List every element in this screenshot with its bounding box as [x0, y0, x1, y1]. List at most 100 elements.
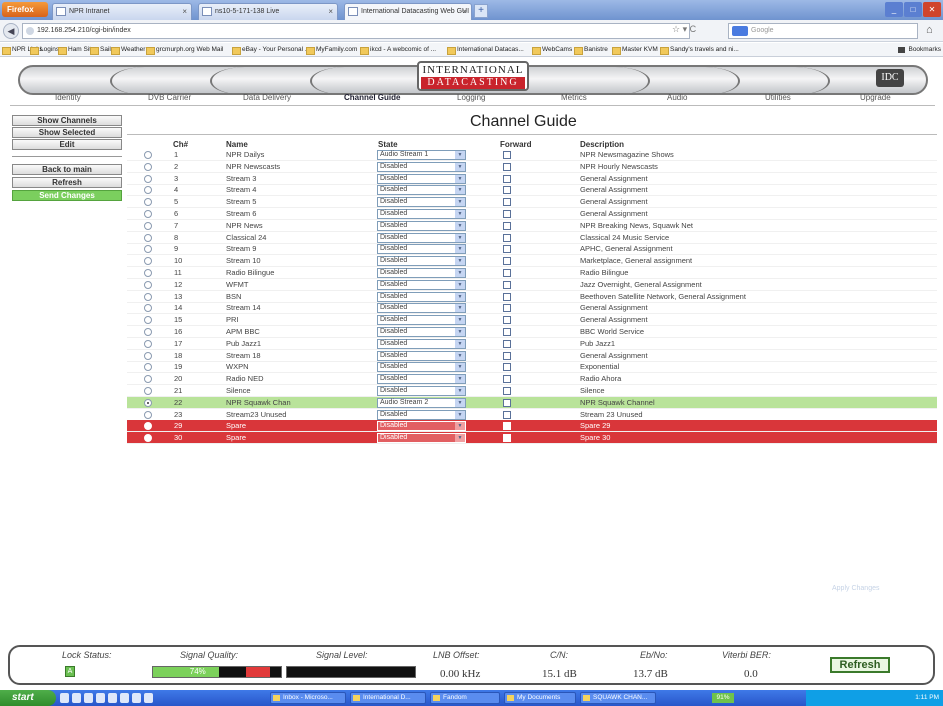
channel-radio[interactable] [144, 410, 152, 419]
forward-checkbox[interactable] [503, 339, 511, 348]
bookmark-item[interactable]: Sail [90, 43, 111, 56]
channel-radio[interactable] [144, 151, 152, 159]
forward-checkbox[interactable] [503, 328, 511, 336]
state-select[interactable]: Audio Stream 1 ▼ [377, 150, 466, 160]
forward-checkbox[interactable] [503, 233, 511, 242]
state-select[interactable]: Disabled ▼ [377, 256, 466, 267]
forward-checkbox[interactable] [503, 434, 511, 443]
taskbar-item[interactable]: My Documents [504, 692, 576, 704]
state-select[interactable]: Disabled ▼ [377, 315, 466, 326]
quick-launch-icon[interactable] [84, 693, 93, 703]
channel-radio[interactable] [144, 422, 152, 431]
state-select[interactable]: Disabled ▼ [377, 409, 466, 420]
channel-radio[interactable] [144, 186, 152, 195]
state-select[interactable]: Disabled ▼ [377, 421, 466, 432]
state-select[interactable]: Disabled ▼ [377, 209, 466, 219]
site-identity-icon[interactable] [26, 27, 34, 35]
tab-close-icon[interactable]: × [328, 4, 333, 19]
channel-radio[interactable] [144, 434, 152, 443]
bookmark-item[interactable]: International Datacas... [447, 43, 524, 56]
taskbar-item[interactable]: International D... [350, 692, 426, 704]
state-select[interactable]: Disabled ▼ [377, 303, 466, 314]
browser-tab[interactable]: ns10-5-171-138 Live × [198, 3, 338, 20]
channel-radio[interactable] [144, 398, 152, 407]
show-channels-button[interactable]: Show Channels [12, 115, 122, 126]
menu-item-audio[interactable]: Audio [667, 93, 687, 102]
channel-radio[interactable] [144, 257, 152, 266]
state-select[interactable]: Disabled ▼ [377, 232, 466, 243]
firefox-menu-button[interactable]: Firefox [2, 2, 48, 17]
channel-radio[interactable] [144, 245, 152, 254]
state-select[interactable]: Audio Stream 2 ▼ [377, 397, 466, 408]
forward-checkbox[interactable] [503, 269, 511, 277]
state-select[interactable]: Disabled ▼ [377, 197, 466, 208]
browser-tab[interactable]: NPR Intranet × [52, 3, 192, 20]
minimize-icon[interactable]: _ [885, 2, 903, 17]
channel-radio[interactable] [144, 316, 152, 325]
state-select[interactable]: Disabled ▼ [377, 279, 466, 290]
bookmarks-menu[interactable]: Bookmarks [898, 43, 941, 56]
channel-radio[interactable] [144, 328, 152, 336]
menu-item-data-delivery[interactable]: Data Delivery [243, 93, 291, 102]
channel-radio[interactable] [144, 174, 152, 183]
search-input[interactable]: Google [728, 23, 918, 39]
bookmark-item[interactable]: ikcd - A webcomic of ... [360, 43, 436, 56]
bookmark-item[interactable]: Logins [30, 43, 59, 56]
apply-changes-link[interactable]: Apply Changes [832, 585, 879, 592]
bookmark-item[interactable]: Banistre [574, 43, 608, 56]
state-select[interactable]: Disabled ▼ [377, 161, 466, 172]
tab-close-icon[interactable]: × [462, 4, 467, 19]
menu-item-metrics[interactable]: Metrics [561, 93, 587, 102]
state-select[interactable]: Disabled ▼ [377, 173, 466, 184]
forward-checkbox[interactable] [503, 210, 511, 218]
quick-launch-icon[interactable] [72, 693, 81, 703]
taskbar-item[interactable]: SQUAWK CHAN... [580, 692, 656, 704]
forward-checkbox[interactable] [503, 398, 511, 407]
state-select[interactable]: Disabled ▼ [377, 291, 466, 302]
menu-item-utilities[interactable]: Utilities [765, 93, 791, 102]
quick-launch-icon[interactable] [96, 693, 105, 703]
quick-launch-icon[interactable] [120, 693, 129, 703]
state-select[interactable]: Disabled ▼ [377, 220, 466, 231]
forward-checkbox[interactable] [503, 316, 511, 325]
close-icon[interactable]: ✕ [923, 2, 941, 17]
channel-radio[interactable] [144, 304, 152, 313]
channel-radio[interactable] [144, 339, 152, 348]
forward-checkbox[interactable] [503, 257, 511, 266]
channel-radio[interactable] [144, 221, 152, 230]
send-changes-button[interactable]: Send Changes [12, 190, 122, 201]
bookmark-item[interactable]: eBay - Your Personal ... [232, 43, 310, 56]
status-refresh-button[interactable]: Refresh [830, 657, 890, 673]
url-bar[interactable]: 192.168.254.210/cgi-bin/index [22, 23, 690, 39]
back-to-main-button[interactable]: Back to main [12, 164, 122, 175]
state-select[interactable]: Disabled ▼ [377, 327, 466, 337]
menu-item-channel-guide[interactable]: Channel Guide [344, 93, 400, 102]
bookmark-item[interactable]: Master KVM [612, 43, 658, 56]
quick-launch-icon[interactable] [132, 693, 141, 703]
forward-checkbox[interactable] [503, 198, 511, 207]
forward-checkbox[interactable] [503, 304, 511, 313]
battery-indicator[interactable]: 91% [712, 693, 734, 703]
quick-launch-icon[interactable] [144, 693, 153, 703]
state-select[interactable]: Disabled ▼ [377, 433, 466, 444]
channel-radio[interactable] [144, 233, 152, 242]
bookmark-item[interactable]: Weather [111, 43, 145, 56]
state-select[interactable]: Disabled ▼ [377, 350, 466, 361]
forward-checkbox[interactable] [503, 186, 511, 195]
channel-radio[interactable] [144, 269, 152, 277]
google-icon[interactable] [732, 26, 748, 36]
state-select[interactable]: Disabled ▼ [377, 185, 466, 196]
forward-checkbox[interactable] [503, 375, 511, 384]
back-button[interactable]: ◀ [3, 23, 19, 39]
maximize-icon[interactable]: □ [904, 2, 922, 17]
forward-checkbox[interactable] [503, 221, 511, 230]
channel-radio[interactable] [144, 292, 152, 301]
forward-checkbox[interactable] [503, 292, 511, 301]
forward-checkbox[interactable] [503, 410, 511, 419]
state-select[interactable]: Disabled ▼ [377, 244, 466, 255]
bookmark-item[interactable]: Sandy's travels and ni... [660, 43, 739, 56]
bookmark-item[interactable]: WebCams [532, 43, 572, 56]
tab-close-icon[interactable]: × [182, 4, 187, 19]
state-select[interactable]: Disabled ▼ [377, 338, 466, 349]
clock[interactable]: 1:11 PM [915, 694, 939, 701]
